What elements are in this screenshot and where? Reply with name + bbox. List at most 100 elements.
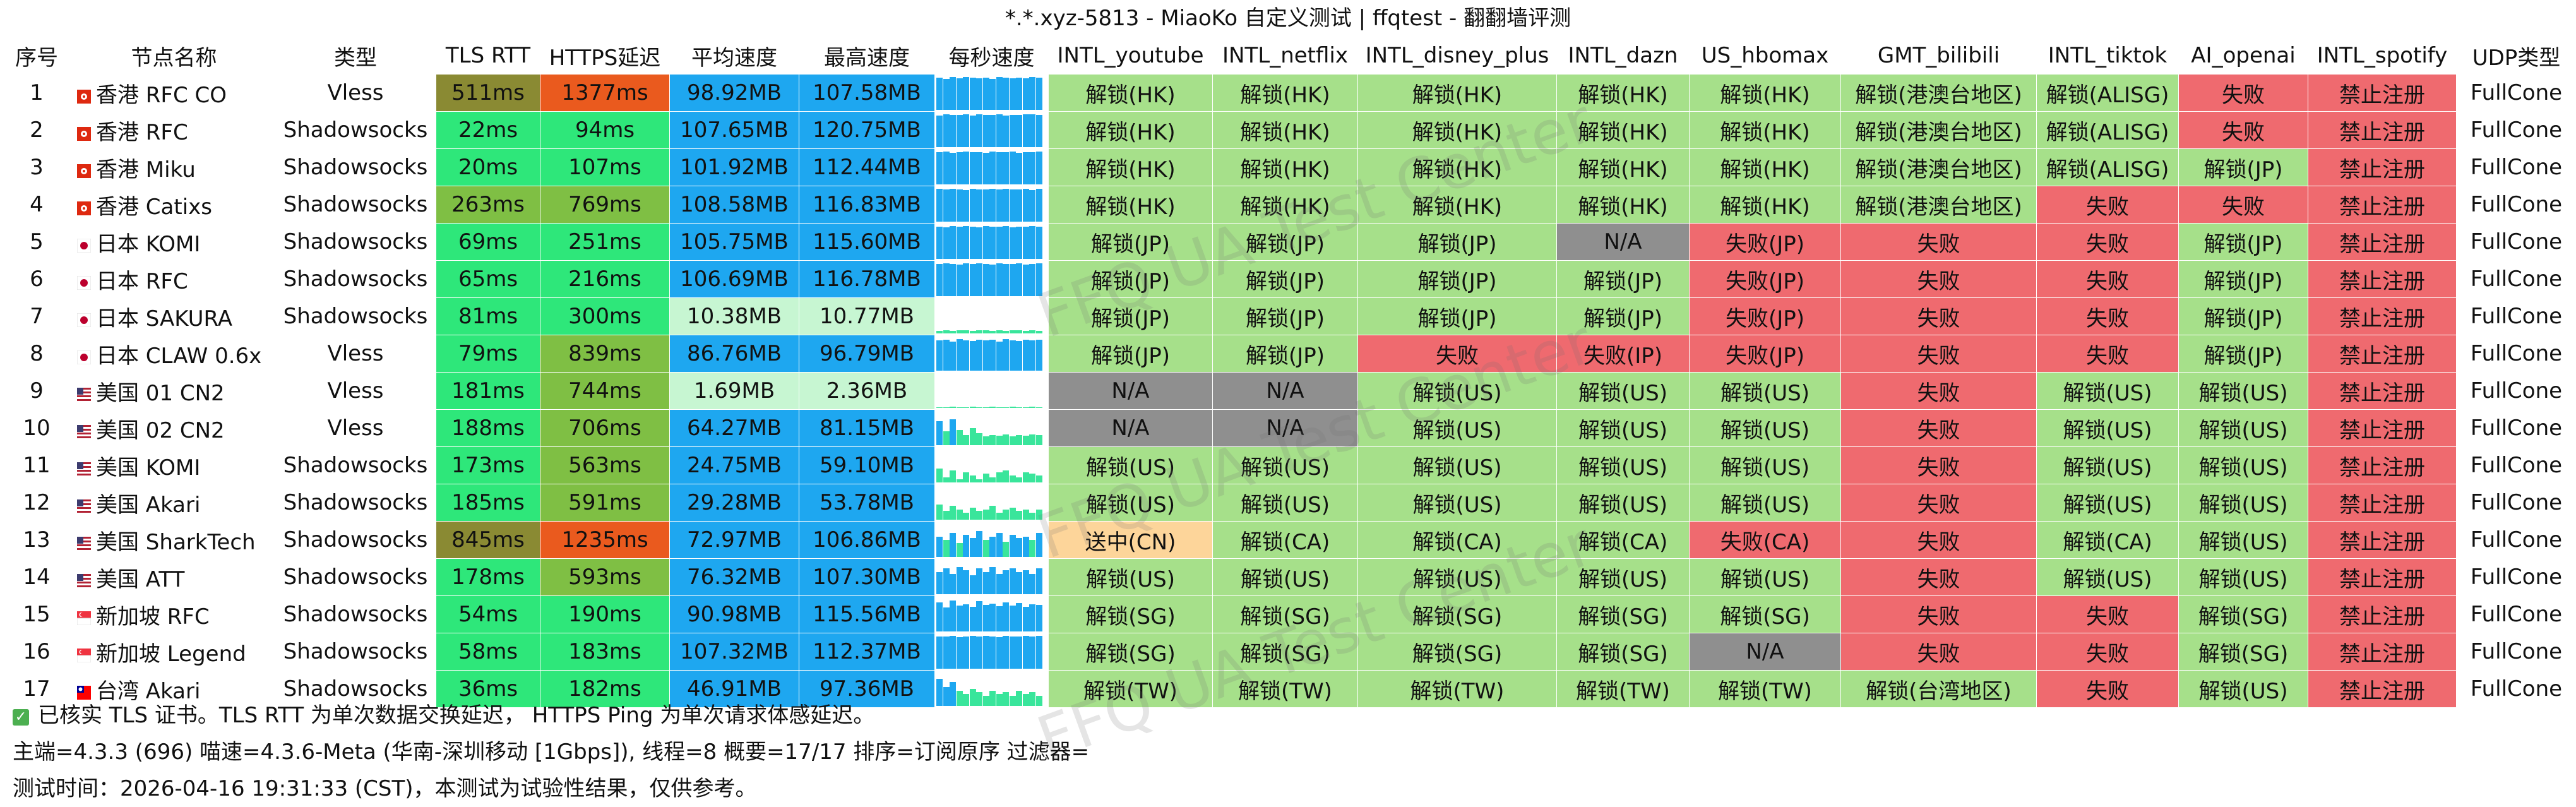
cell-unlock-status: 禁止注册 (2308, 484, 2457, 522)
column-header[interactable]: US_hbomax (1689, 37, 1841, 75)
cell-speed-sparkline (934, 297, 1049, 335)
sparkline-bar (976, 227, 982, 259)
cell-type: Shadowsocks (275, 260, 436, 298)
table-row[interactable]: 1 香港 RFC CO Vless 511ms 1377ms 98.92MB 107.58M… (0, 74, 2576, 112)
table-row[interactable]: 7 日本 SAKURA Shadowsocks 81ms 300ms 10.38MB 10.… (0, 297, 2576, 335)
table-row[interactable]: 6 日本 RFC Shadowsocks 65ms 216ms 106.69MB 116.7… (0, 260, 2576, 298)
cell-speed-sparkline (934, 372, 1049, 410)
cell-max-speed: 81.15MB (799, 409, 935, 447)
table-row[interactable]: 10 美国 02 CN2 Vless 188ms 706ms 64.27MB 81.15MB… (0, 409, 2576, 447)
cell-tls-rtt: 511ms (436, 74, 540, 112)
cell-max-speed: 120.75MB (799, 111, 935, 149)
table-row[interactable]: 14 美国 ATT Shadowsocks 178ms 593ms 76.32MB 107.… (0, 558, 2576, 596)
cell-max-speed: 112.44MB (799, 148, 935, 186)
speed-sparkline (936, 337, 1045, 371)
sparkline-bar (1003, 152, 1009, 184)
column-header[interactable]: TLS RTT (436, 37, 540, 75)
column-header[interactable]: 序号 (0, 37, 73, 75)
sparkline-bar (950, 189, 956, 222)
table-row[interactable]: 15 新加坡 RFC Shadowsocks 54ms 190ms 90.98MB 115.… (0, 595, 2576, 633)
cell-type: Shadowsocks (275, 297, 436, 335)
sparkline-bar (976, 189, 982, 222)
cell-unlock-status: 解锁(US) (1048, 446, 1213, 484)
footer-note-text: 已核实 TLS 证书。TLS RTT 为单次数据交换延迟， HTTPS Ping… (38, 703, 875, 728)
table-row[interactable]: 4 香港 Catixs Shadowsocks 263ms 769ms 108.58MB 1… (0, 186, 2576, 224)
column-header[interactable]: 平均速度 (669, 37, 799, 75)
cell-avg-speed: 107.32MB (669, 633, 799, 671)
table-row[interactable]: 16 新加坡 Legend Shadowsocks 58ms 183ms 107.32MB… (0, 633, 2576, 671)
sparkline-bar (1035, 78, 1042, 110)
cell-index: 5 (0, 223, 73, 261)
sparkline-bar (982, 340, 989, 371)
cell-unlock-status: 解锁(HK) (1556, 111, 1690, 149)
column-header[interactable]: 每秒速度 (934, 37, 1049, 75)
footer-time: 测试时间：2026-04-16 19:31:33 (CST)，本测试为试验性结果… (13, 776, 757, 801)
cell-index: 11 (0, 446, 73, 484)
cell-unlock-status: 禁止注册 (2308, 335, 2457, 373)
cell-unlock-status: 解锁(US) (1556, 484, 1690, 522)
cell-max-speed: 112.37MB (799, 633, 935, 671)
sparkline-bar (1016, 189, 1022, 222)
table-row[interactable]: 2 香港 RFC Shadowsocks 22ms 94ms 107.65MB 120.75… (0, 111, 2576, 149)
sg-flag-icon (77, 611, 91, 625)
cell-unlock-status: 失败 (1357, 335, 1557, 373)
cell-avg-speed: 107.65MB (669, 111, 799, 149)
column-header[interactable]: AI_openai (2178, 37, 2308, 75)
cell-node-name: 香港 Miku (73, 148, 275, 186)
sparkline-bar (1003, 542, 1009, 557)
cell-unlock-status: 解锁(US) (1357, 446, 1557, 484)
sparkline-bar (1003, 78, 1009, 110)
sparkline-bar (976, 78, 982, 110)
column-header[interactable]: INTL_tiktok (2036, 37, 2179, 75)
column-header[interactable]: 节点名称 (73, 37, 275, 75)
cell-unlock-status: 禁止注册 (2308, 297, 2457, 335)
cell-tls-rtt: 845ms (436, 521, 540, 559)
cell-udp-type: FullCone (2456, 297, 2576, 335)
column-header[interactable]: 类型 (275, 37, 436, 75)
jp-flag-icon (77, 350, 91, 364)
sparkline-bar (989, 407, 996, 408)
column-header[interactable]: UDP类型 (2456, 37, 2576, 75)
speed-sparkline (936, 150, 1045, 184)
table-row[interactable]: 13 美国 SharkTech Shadowsocks 845ms 1235ms 72.9… (0, 521, 2576, 559)
cell-https-latency: 107ms (540, 148, 670, 186)
table-row[interactable]: 8 日本 CLAW 0.6x Vless 79ms 839ms 86.76MB 96.79M… (0, 335, 2576, 373)
sparkline-bar (1035, 636, 1042, 669)
sparkline-bar (989, 152, 996, 184)
cell-unlock-status: 解锁(JP) (1048, 223, 1213, 261)
table-row[interactable]: 5 日本 KOMI Shadowsocks 69ms 251ms 105.75MB 115.… (0, 223, 2576, 261)
node-name-text: 新加坡 RFC (96, 604, 210, 630)
us-flag-icon (77, 424, 91, 439)
sparkline-bar (956, 189, 963, 222)
cell-unlock-status: 解锁(SG) (2178, 633, 2308, 671)
footer-note: ✓ 已核实 TLS 证书。TLS RTT 为单次数据交换延迟， HTTPS Pin… (0, 697, 2576, 734)
sparkline-bar (982, 407, 989, 408)
column-header[interactable]: INTL_netflix (1212, 37, 1358, 75)
column-header[interactable]: INTL_spotify (2308, 37, 2457, 75)
column-header[interactable]: GMT_bilibili (1840, 37, 2037, 75)
table-row[interactable]: 3 香港 Miku Shadowsocks 20ms 107ms 101.92MB 112.… (0, 148, 2576, 186)
table-row[interactable]: 12 美国 Akari Shadowsocks 185ms 591ms 29.28MB 53… (0, 484, 2576, 522)
sparkline-bar (1003, 331, 1009, 333)
sparkline-bar (1022, 607, 1029, 631)
cell-unlock-status: 解锁(JP) (1048, 335, 1213, 373)
cell-unlock-status: 失败(JP) (1689, 260, 1841, 298)
sparkline-bar (989, 537, 996, 557)
cell-unlock-status: 解锁(港澳台地区) (1840, 74, 2037, 112)
sparkline-bar (1035, 189, 1042, 222)
column-header[interactable]: HTTPS延迟 (540, 37, 670, 75)
column-header[interactable]: INTL_youtube (1048, 37, 1213, 75)
table-row[interactable]: 9 美国 01 CN2 Vless 181ms 744ms 1.69MB 2.36MB N/A… (0, 372, 2576, 410)
cell-unlock-status: 失败 (2036, 335, 2179, 373)
cell-https-latency: 769ms (540, 186, 670, 224)
checkbox-checked-icon: ✓ (13, 709, 29, 726)
cell-unlock-status: 失败 (2036, 633, 2179, 671)
table-row[interactable]: 11 美国 KOMI Shadowsocks 173ms 563ms 24.75MB 59.… (0, 446, 2576, 484)
cell-tls-rtt: 65ms (436, 260, 540, 298)
column-header[interactable]: 最高速度 (799, 37, 935, 75)
column-header[interactable]: INTL_disney_plus (1357, 37, 1557, 75)
cell-unlock-status: 解锁(ALISG) (2036, 148, 2179, 186)
jp-flag-icon (77, 313, 91, 327)
column-header[interactable]: INTL_dazn (1556, 37, 1690, 75)
cell-unlock-status: 解锁(HK) (1357, 186, 1557, 224)
